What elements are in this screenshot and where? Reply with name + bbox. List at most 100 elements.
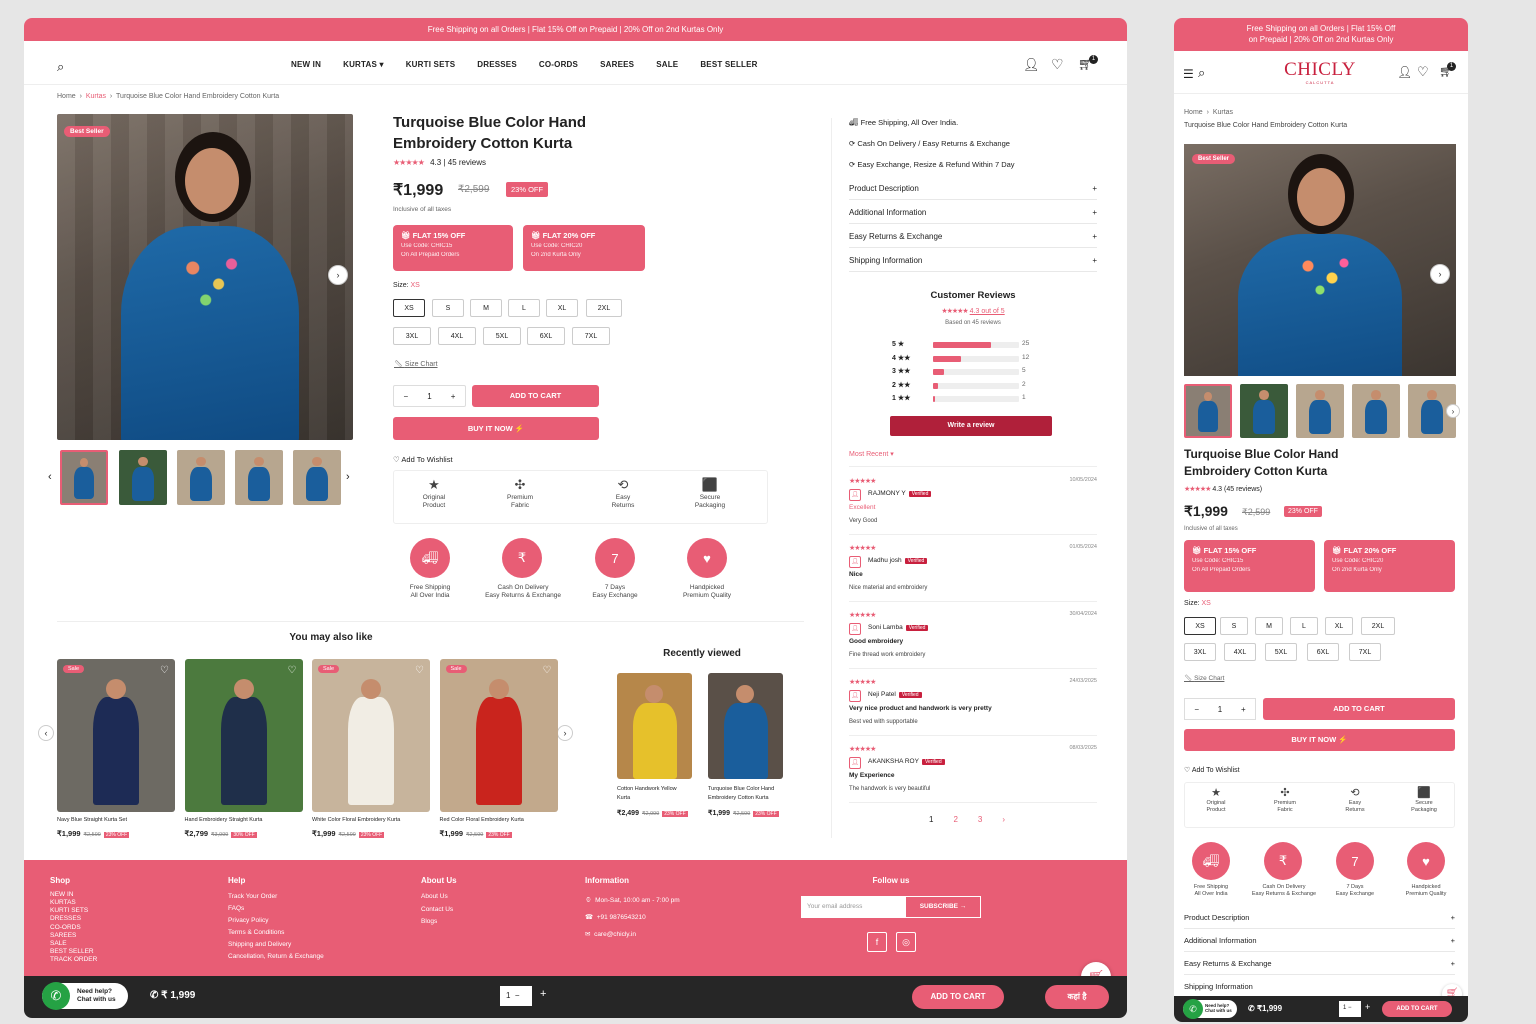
search-icon[interactable]: ⌕ (57, 59, 64, 75)
mobile-accordion-returns[interactable]: Easy Returns & Exchange + (1184, 953, 1455, 975)
qty-stepper[interactable]: −1 + (393, 385, 466, 407)
size-xs[interactable]: XS (393, 299, 425, 317)
accordion-description[interactable]: Product Description + (849, 178, 1097, 200)
thumbnail-1[interactable] (60, 450, 108, 505)
mobile-add-to-cart[interactable]: ADD TO CART (1263, 698, 1455, 720)
size-2xl[interactable]: 2XL (586, 299, 622, 317)
mobile-size-s[interactable]: S (1220, 617, 1248, 635)
subscribe-button[interactable]: SUBSCRIBE → (905, 896, 981, 918)
size-3xl[interactable]: 3XL (393, 327, 431, 345)
footer-about-link[interactable]: About Us (421, 891, 457, 904)
size-xl[interactable]: XL (546, 299, 578, 317)
mobile-size-chart[interactable]: 📏︎ Size Chart (1184, 674, 1224, 682)
size-s[interactable]: S (432, 299, 464, 317)
nav-best-seller[interactable]: BEST SELLER (700, 60, 757, 69)
mobile-crumb-home[interactable]: Home (1184, 109, 1203, 116)
image-next-arrow[interactable]: › (328, 265, 348, 285)
also-like-prev[interactable]: ‹ (38, 725, 54, 741)
crumb-category[interactable]: Kurtas (86, 93, 106, 100)
product-card-image[interactable]: ♡ (184, 659, 303, 812)
product-main-image[interactable]: Best Seller (57, 114, 353, 440)
mobile-size-3xl[interactable]: 3XL (1184, 643, 1216, 661)
card-wishlist-icon[interactable]: ♡ (160, 665, 169, 676)
account-icon[interactable]: 👤︎ (1023, 57, 1040, 73)
recent-card[interactable]: Turquoise Blue Color Hand Embroidery Cott… (708, 673, 788, 823)
qty-minus[interactable]: − (404, 392, 409, 401)
product-card[interactable]: ♡ Hand Embroidery Straight Kurta ₹2,799 ₹3,… (184, 659, 303, 839)
thumbnail-2[interactable] (119, 450, 167, 505)
nav-co-ords[interactable]: CO-ORDS (539, 60, 578, 69)
card-wishlist-icon[interactable]: ♡ (415, 665, 424, 676)
footer-shop-link[interactable]: BEST SELLER (50, 948, 97, 956)
product-card[interactable]: Sale ♡ Navy Blue Straight Kurta Set ₹1,999 ₹… (57, 659, 175, 839)
mobile-crumb-cat[interactable]: Kurtas (1213, 109, 1233, 116)
accordion-additional[interactable]: Additional Information + (849, 202, 1097, 224)
thumb-prev-arrow[interactable]: ‹ (48, 471, 52, 483)
footer-shop-link[interactable]: KURTI SETS (50, 907, 97, 915)
sort-dropdown[interactable]: Most Recent ▾ (849, 450, 894, 458)
card-wishlist-icon[interactable]: ♡ (288, 665, 297, 676)
mobile-accordion-additional[interactable]: Additional Information + (1184, 930, 1455, 952)
size-4xl[interactable]: 4XL (438, 327, 476, 345)
nav-kurti-sets[interactable]: KURTI SETS (406, 60, 456, 69)
accordion-shipping[interactable]: Shipping Information + (849, 250, 1097, 272)
product-card-image[interactable]: Sale ♡ (57, 659, 175, 812)
thumbnail-3[interactable] (177, 450, 225, 505)
promo-card-1[interactable]: 🎁︎ FLAT 15% OFF Use Code: CHIC15 On All … (393, 225, 513, 271)
page-1[interactable]: 1 (929, 815, 933, 824)
mobile-size-4xl[interactable]: 4XL (1224, 643, 1256, 661)
mobile-size-7xl[interactable]: 7XL (1349, 643, 1381, 661)
mobile-main-image[interactable]: Best Seller (1184, 144, 1456, 376)
rating-row[interactable]: ★★★★★ 4.3 | 45 reviews (393, 158, 486, 167)
recent-card-image[interactable] (617, 673, 692, 779)
footer-help-link[interactable]: Shipping and Delivery (228, 939, 324, 951)
crumb-home[interactable]: Home (57, 93, 76, 100)
footer-shop-link[interactable]: CO-ORDS (50, 924, 97, 932)
mobile-wishlist[interactable]: ♡ Add To Wishlist (1184, 766, 1240, 774)
footer-help-link[interactable]: Track Your Order (228, 891, 324, 903)
thumb-next-arrow[interactable]: › (346, 471, 350, 483)
mobile-size-xl[interactable]: XL (1325, 617, 1353, 635)
menu-icon[interactable]: ☰ (1183, 67, 1194, 81)
mobile-size-l[interactable]: L (1290, 617, 1318, 635)
footer-shop-link[interactable]: NEW IN (50, 891, 97, 899)
product-card-image[interactable]: Sale ♡ (439, 659, 558, 812)
footer-help-link[interactable]: Cancellation, Return & Exchange (228, 951, 324, 963)
instagram-icon[interactable]: ◎ (896, 932, 916, 952)
nav-sale[interactable]: SALE (656, 60, 678, 69)
size-m[interactable]: M (470, 299, 502, 317)
mobile-qty-stepper[interactable]: −1 + (1184, 698, 1256, 720)
footer-help-link[interactable]: Terms & Conditions (228, 927, 324, 939)
product-card[interactable]: Sale ♡ Red Color Floral Embroidery Kurta ₹1… (439, 659, 558, 839)
product-card[interactable]: Sale ♡ White Color Floral Embroidery Kurta… (312, 659, 430, 839)
thumbnail-5[interactable] (293, 450, 341, 505)
facebook-icon[interactable]: f (867, 932, 887, 952)
promo-card-2[interactable]: 🎁︎ FLAT 20% OFF Use Code: CHIC20 On 2nd … (523, 225, 645, 271)
qty-plus[interactable]: + (451, 392, 456, 401)
buy-now-button[interactable]: BUY IT NOW ⚡ (393, 417, 599, 440)
page-2[interactable]: 2 (953, 815, 957, 824)
nav-new-in[interactable]: NEW IN (291, 60, 321, 69)
mobile-rating-row[interactable]: ★★★★★ 4.3 (45 reviews) (1184, 485, 1262, 493)
nav-sarees[interactable]: SAREES (600, 60, 634, 69)
mobile-promo-2[interactable]: 🎁︎ FLAT 20% OFF Use Code: CHIC20 On 2nd Ku… (1324, 540, 1455, 592)
footer-shop-link[interactable]: KURTAS (50, 899, 97, 907)
mobile-account-icon[interactable]: 👤︎ (1397, 65, 1412, 79)
write-review-button[interactable]: Write a review (890, 416, 1052, 436)
footer-shop-link[interactable]: SAREES (50, 932, 97, 940)
mobile-thumbnail-1[interactable] (1184, 384, 1232, 438)
mobile-buy-now[interactable]: BUY IT NOW ⚡ (1184, 729, 1455, 751)
size-l[interactable]: L (508, 299, 540, 317)
thumbnail-4[interactable] (235, 450, 283, 505)
accordion-returns[interactable]: Easy Returns & Exchange + (849, 226, 1097, 248)
sticky-qty[interactable]: 1 − (500, 986, 532, 1006)
mobile-search-icon[interactable]: ⌕ (1198, 65, 1205, 81)
mobile-whatsapp-help[interactable]: ✆ Need help? Chat with us (1183, 999, 1237, 1019)
mobile-accordion-description[interactable]: Product Description + (1184, 907, 1455, 929)
size-7xl[interactable]: 7XL (572, 327, 610, 345)
page-3[interactable]: 3 (978, 815, 982, 824)
add-to-cart-button[interactable]: ADD TO CART (472, 385, 599, 407)
nav-kurtas[interactable]: KURTAS ▾ (343, 60, 384, 69)
mobile-size-xs[interactable]: XS (1184, 617, 1216, 635)
footer-shop-link[interactable]: TRACK ORDER (50, 956, 97, 964)
